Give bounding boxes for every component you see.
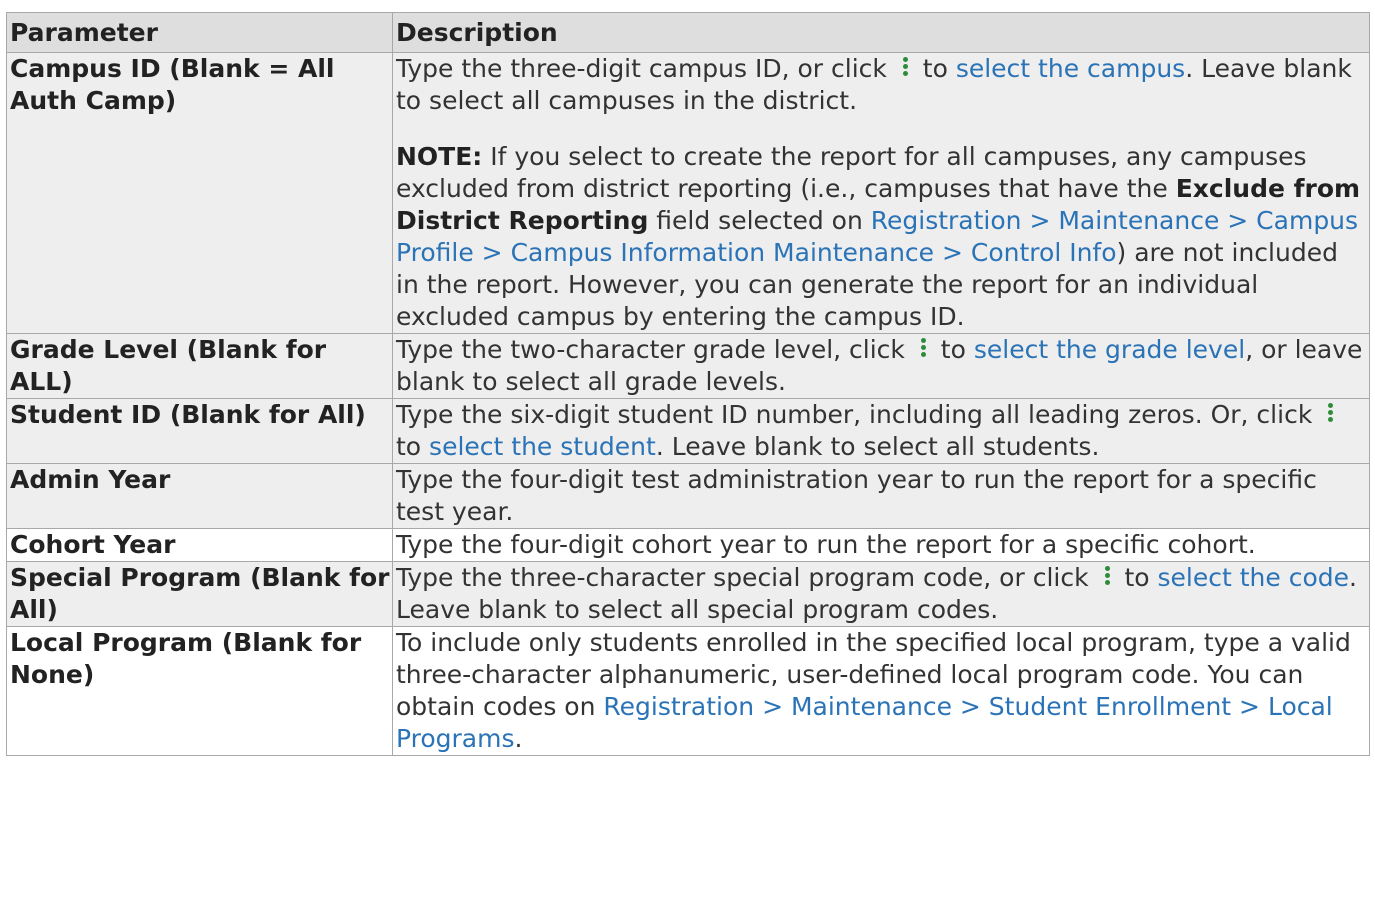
header-description: Description [392,12,1370,53]
desc-text: to [1116,563,1158,592]
select-campus-link[interactable]: select the campus [956,54,1185,83]
desc-text: Type the three-digit campus ID, or click [396,54,895,83]
header-row: Parameter Description [6,12,1370,53]
vertical-ellipsis-icon[interactable] [1320,402,1340,424]
note-label: NOTE: [396,142,483,171]
table-row: Cohort Year Type the four-digit cohort y… [6,528,1370,562]
desc-text: to [396,432,430,461]
param-special-program: Special Program (Blank for All) [6,561,393,627]
desc-text: to [914,54,956,83]
desc-admin-year: Type the four-digit test administration … [392,463,1370,529]
note-text: field selected on [648,206,871,235]
select-grade-level-link[interactable]: select the grade level [974,335,1245,364]
select-student-link[interactable]: select the student [429,432,656,461]
desc-text: to [932,335,974,364]
table-row: Grade Level (Blank for ALL) Type the two… [6,333,1370,399]
table-row: Local Program (Blank for None) To includ… [6,626,1370,756]
param-grade-level: Grade Level (Blank for ALL) [6,333,393,399]
param-student-id: Student ID (Blank for All) [6,398,393,464]
vertical-ellipsis-icon[interactable] [895,56,915,78]
desc-local-program: To include only students enrolled in the… [392,626,1370,756]
desc-campus-id: Type the three-digit campus ID, or click… [392,52,1370,334]
desc-text: . Leave blank to select all students. [655,432,1100,461]
parameters-table: Parameter Description Campus ID (Blank =… [6,12,1370,756]
desc-text: . [514,724,523,753]
table-row: Student ID (Blank for All) Type the six-… [6,398,1370,464]
param-campus-id: Campus ID (Blank = All Auth Camp) [6,52,393,334]
desc-text: Type the three-character special program… [396,563,1097,592]
desc-cohort-year: Type the four-digit cohort year to run t… [392,528,1370,562]
desc-grade-level: Type the two-character grade level, clic… [392,333,1370,399]
vertical-ellipsis-icon[interactable] [913,337,933,359]
desc-student-id: Type the six-digit student ID number, in… [392,398,1370,464]
note-text: If you select to create the report for a… [396,142,1307,203]
param-admin-year: Admin Year [6,463,393,529]
vertical-ellipsis-icon[interactable] [1097,565,1117,587]
param-cohort-year: Cohort Year [6,528,393,562]
desc-text: Type the six-digit student ID number, in… [396,400,1321,429]
table-row: Campus ID (Blank = All Auth Camp) Type t… [6,52,1370,334]
param-local-program: Local Program (Blank for None) [6,626,393,756]
table-row: Admin Year Type the four-digit test admi… [6,463,1370,529]
select-code-link[interactable]: select the code [1158,563,1350,592]
desc-text: Type the two-character grade level, clic… [396,335,913,364]
header-parameter: Parameter [6,12,393,53]
table-row: Special Program (Blank for All) Type the… [6,561,1370,627]
desc-special-program: Type the three-character special program… [392,561,1370,627]
